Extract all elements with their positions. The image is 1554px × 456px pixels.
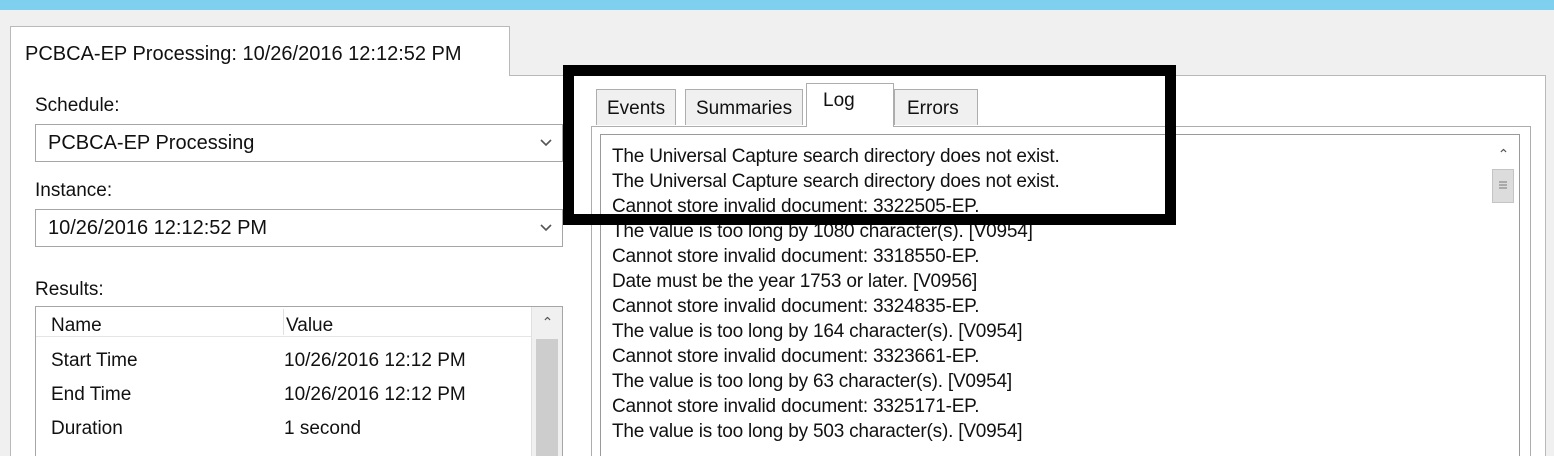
results-header: Name Value — [36, 307, 531, 337]
tab-processing-run[interactable]: PCBCA-EP Processing: 10/26/2016 12:12:52… — [10, 26, 510, 76]
window-title-bar — [0, 0, 1554, 10]
schedule-label: Schedule: — [35, 95, 120, 116]
scroll-up-icon[interactable]: ⌃ — [532, 307, 563, 335]
schedule-select[interactable]: PCBCA-EP Processing — [35, 124, 563, 162]
chevron-down-icon — [540, 224, 552, 232]
result-name: Start Time — [51, 350, 138, 371]
instance-select-value: 10/26/2016 12:12:52 PM — [48, 217, 268, 239]
column-divider[interactable] — [283, 309, 284, 335]
grip-icon — [1499, 181, 1507, 189]
results-label: Results: — [35, 279, 104, 300]
schedule-select-value: PCBCA-EP Processing — [48, 132, 255, 154]
log-line: The value is too long by 164 character(s… — [612, 321, 1023, 342]
table-row[interactable]: Duration 1 second — [36, 411, 531, 445]
highlight-frame — [563, 65, 1176, 225]
table-row[interactable]: Start Time 10/26/2016 12:12 PM — [36, 343, 531, 377]
result-name: Duration — [51, 418, 123, 439]
instance-select[interactable]: 10/26/2016 12:12:52 PM — [35, 209, 563, 247]
log-line: Cannot store invalid document: 3323661-E… — [612, 346, 980, 367]
log-scrollbar[interactable]: ⌃ — [1488, 135, 1519, 456]
log-line: The value is too long by 63 character(s)… — [612, 371, 1012, 392]
column-header-name[interactable]: Name — [51, 315, 102, 337]
column-header-value[interactable]: Value — [286, 315, 333, 337]
log-line: Date must be the year 1753 or later. [V0… — [612, 271, 978, 292]
results-scroll-thumb[interactable] — [536, 339, 558, 456]
result-value: 10/26/2016 12:12 PM — [284, 384, 466, 405]
log-line: Cannot store invalid document: 3325171-E… — [612, 396, 980, 417]
table-row[interactable]: End Time 10/26/2016 12:12 PM — [36, 377, 531, 411]
log-line: Cannot store invalid document: 3324835-E… — [612, 296, 980, 317]
instance-label: Instance: — [35, 180, 113, 201]
log-scroll-thumb[interactable] — [1492, 169, 1514, 203]
result-value: 1 second — [284, 418, 362, 439]
scroll-up-icon[interactable]: ⌃ — [1488, 139, 1519, 167]
result-name: End Time — [51, 384, 132, 405]
results-scrollbar[interactable]: ⌃ — [531, 307, 562, 456]
tab-processing-run-label: PCBCA-EP Processing: 10/26/2016 12:12:52… — [25, 43, 462, 65]
results-list[interactable]: Name Value Start Time 10/26/2016 12:12 P… — [35, 306, 563, 456]
log-line: Cannot store invalid document: 3318550-E… — [612, 246, 980, 267]
log-line: The value is too long by 503 character(s… — [612, 421, 1023, 442]
result-value: 10/26/2016 12:12 PM — [284, 350, 466, 371]
chevron-down-icon — [540, 139, 552, 147]
